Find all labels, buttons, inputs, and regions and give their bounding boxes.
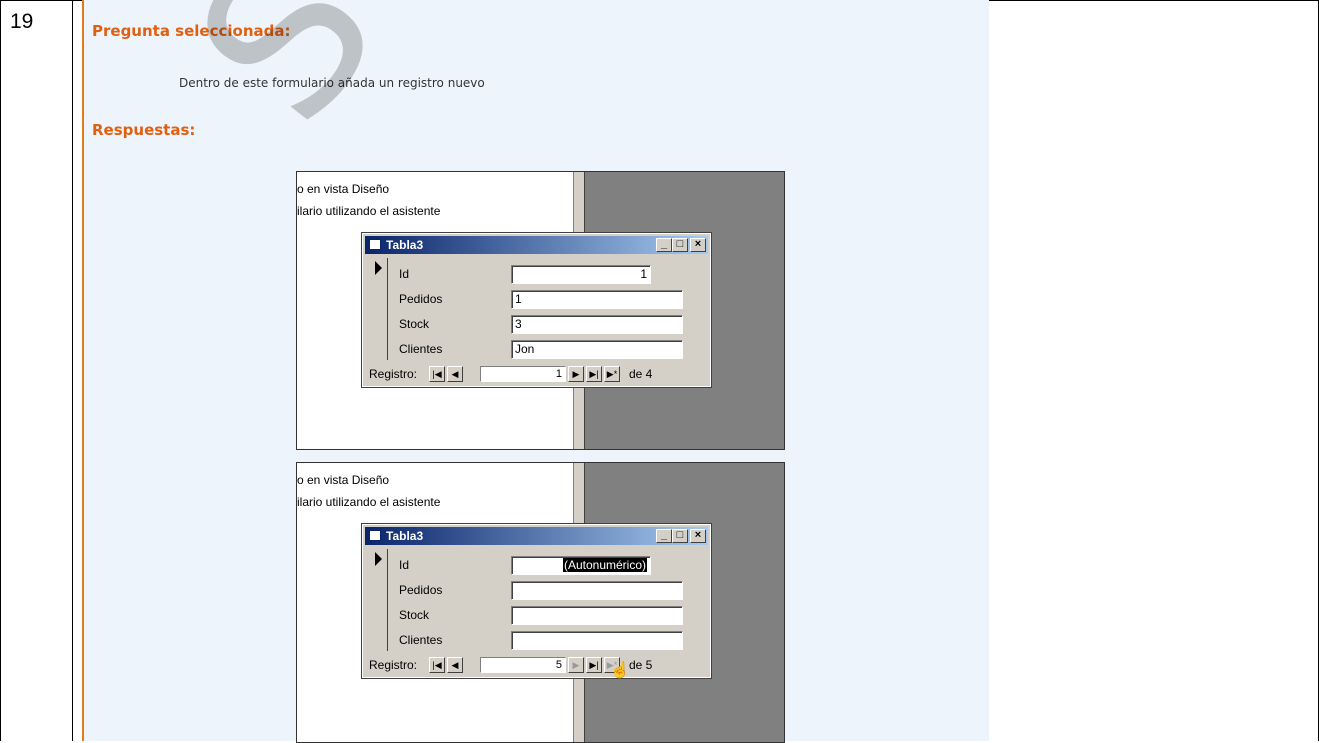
record-selector[interactable] [371, 549, 388, 651]
last-record-icon[interactable]: ▶| [586, 366, 602, 382]
menu-item-design-view[interactable]: o en vista Diseño [297, 182, 389, 196]
field-label-pedidos: Pedidos [399, 292, 443, 306]
table-column-divider [72, 0, 73, 741]
window-titlebar[interactable]: Tabla3 _ □ × [365, 527, 708, 545]
record-navigator: Registro: |◀ ◀ 5 ▶ ▶| ▶* ☝ de 5 [367, 656, 706, 679]
last-record-icon[interactable]: ▶| [586, 657, 602, 673]
record-selector-icon [375, 552, 382, 566]
question-number: 19 [10, 10, 34, 33]
record-selector-icon [375, 261, 382, 275]
prev-record-icon[interactable]: ◀ [447, 657, 463, 673]
record-number[interactable]: 1 [480, 366, 566, 382]
field-clientes[interactable]: Jon [511, 340, 683, 359]
window-title: Tabla3 [386, 529, 424, 543]
minimize-icon[interactable]: _ [656, 529, 672, 543]
form-window: Tabla3 _ □ × Id 1 Pedidos 1 Stock 3 Clie… [361, 232, 712, 388]
field-stock[interactable]: 3 [511, 315, 683, 334]
close-icon[interactable]: × [690, 238, 706, 252]
window-titlebar[interactable]: Tabla3 _ □ × [365, 236, 708, 254]
field-label-stock: Stock [399, 608, 430, 622]
first-record-icon[interactable]: |◀ [429, 366, 445, 382]
record-total: de 5 [629, 658, 653, 672]
record-nav-label: Registro: [369, 658, 418, 672]
field-clientes[interactable] [511, 631, 683, 650]
field-label-clientes: Clientes [399, 633, 443, 647]
minimize-icon[interactable]: _ [656, 238, 672, 252]
new-record-icon[interactable]: ▶* [604, 366, 620, 382]
question-panel: Pregunta seleccionada: Dentro de este fo… [82, 0, 989, 743]
field-pedidos[interactable] [511, 581, 683, 600]
record-nav-label: Registro: [369, 367, 418, 381]
field-id[interactable]: (Autonumérico) [511, 556, 651, 575]
next-record-icon[interactable]: ▶ [568, 657, 584, 673]
field-label-clientes: Clientes [399, 342, 443, 356]
field-label-stock: Stock [399, 317, 430, 331]
form-window: Tabla3 _ □ × Id (Autonumérico) Pedidos S… [361, 523, 712, 679]
maximize-icon[interactable]: □ [672, 238, 688, 252]
record-selector[interactable] [371, 258, 388, 360]
selected-question-heading: Pregunta seleccionada: [92, 22, 291, 40]
field-label-id: Id [399, 267, 410, 281]
menu-item-form-wizard[interactable]: ilario utilizando el asistente [297, 495, 440, 509]
hand-cursor-icon: ☝ [610, 662, 630, 679]
field-label-pedidos: Pedidos [399, 583, 443, 597]
form-icon [369, 530, 381, 541]
next-record-icon[interactable]: ▶ [568, 366, 584, 382]
first-record-icon[interactable]: |◀ [429, 657, 445, 673]
record-total: de 4 [629, 367, 653, 381]
answer-screenshot-1: o en vista Diseño ilario utilizando el a… [296, 171, 785, 450]
field-stock[interactable] [511, 606, 683, 625]
prev-record-icon[interactable]: ◀ [447, 366, 463, 382]
record-navigator: Registro: |◀ ◀ 1 ▶ ▶| ▶* de 4 [367, 365, 706, 383]
autonumber-value: (Autonumérico) [562, 558, 647, 572]
menu-item-design-view[interactable]: o en vista Diseño [297, 473, 389, 487]
record-number[interactable]: 5 [480, 657, 566, 673]
answer-screenshot-2: o en vista Diseño ilario utilizando el a… [296, 462, 785, 743]
field-id[interactable]: 1 [511, 265, 651, 284]
close-icon[interactable]: × [690, 529, 706, 543]
menu-item-form-wizard[interactable]: ilario utilizando el asistente [297, 204, 440, 218]
field-label-id: Id [399, 558, 410, 572]
form-icon [369, 239, 381, 250]
field-pedidos[interactable]: 1 [511, 290, 683, 309]
maximize-icon[interactable]: □ [672, 529, 688, 543]
table-left-border [0, 0, 1, 741]
window-title: Tabla3 [386, 238, 424, 252]
question-text: Dentro de este formulario añada un regis… [179, 76, 485, 90]
answers-heading: Respuestas: [92, 121, 196, 139]
